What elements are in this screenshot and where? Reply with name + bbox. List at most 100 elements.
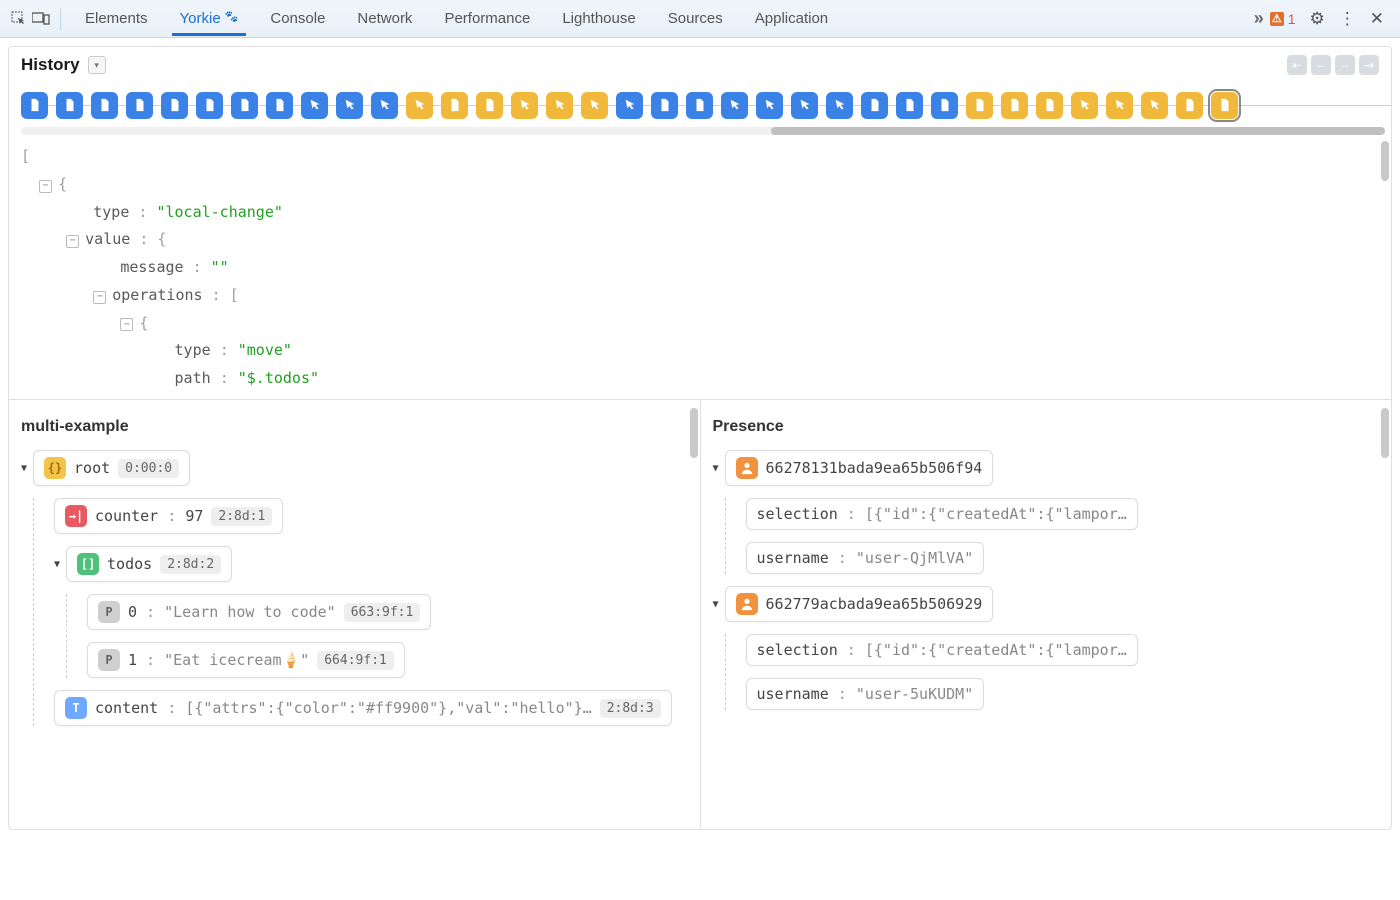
timeline-node[interactable] <box>511 92 538 119</box>
presence-selection[interactable]: selection : [{"id":{"createdAt":{"lampor… <box>746 498 1138 530</box>
timeline-node[interactable] <box>371 92 398 119</box>
close-icon[interactable]: ✕ <box>1370 9 1384 29</box>
json-key: operations <box>112 286 202 304</box>
caret-icon[interactable]: ▼ <box>713 463 719 474</box>
timeline-node[interactable] <box>791 92 818 119</box>
node-value: "user-5uKUDM" <box>856 685 973 703</box>
tab-sources[interactable]: Sources <box>666 2 725 35</box>
presence-selection[interactable]: selection : [{"id":{"createdAt":{"lampor… <box>746 634 1138 666</box>
tree-node-todos[interactable]: [] todos 2:8d:2 <box>66 546 232 582</box>
tree-node-todo-item[interactable]: P1 : "Eat icecream🍦"664:9f:1 <box>87 642 405 678</box>
caret-icon[interactable]: ▼ <box>713 599 719 610</box>
timeline-node[interactable] <box>896 92 923 119</box>
timeline-node[interactable] <box>931 92 958 119</box>
tab-lighthouse[interactable]: Lighthouse <box>560 2 637 35</box>
json-scrollbar[interactable] <box>1381 141 1389 181</box>
timeline-node[interactable] <box>21 92 48 119</box>
tab-network[interactable]: Network <box>355 2 414 35</box>
timeline-node[interactable] <box>1106 92 1133 119</box>
presence-client[interactable]: 662779acbada9ea65b506929 <box>725 586 994 622</box>
timeline-node[interactable] <box>406 92 433 119</box>
tab-application[interactable]: Application <box>753 2 830 35</box>
timeline-node[interactable] <box>126 92 153 119</box>
presence-username[interactable]: username : "user-5uKUDM" <box>746 678 985 710</box>
nav-next-icon[interactable]: → <box>1335 55 1355 75</box>
presence-panel: Presence ▼66278131bada9ea65b506f94select… <box>700 399 1392 829</box>
yorkie-paw-icon: 🐾 <box>225 11 239 23</box>
tab-performance[interactable]: Performance <box>442 2 532 35</box>
timeline-node[interactable] <box>56 92 83 119</box>
collapse-icon[interactable]: − <box>39 180 52 193</box>
timeline-node[interactable] <box>546 92 573 119</box>
history-dropdown[interactable]: ▾ <box>88 56 106 74</box>
nav-prev-icon[interactable]: ← <box>1311 55 1331 75</box>
json-key: type <box>93 203 129 221</box>
node-badge: 663:9f:1 <box>344 603 421 622</box>
node-badge: 2:8d:1 <box>211 507 272 526</box>
nav-last-icon[interactable]: ⇥ <box>1359 55 1379 75</box>
node-value: "Eat icecream🍦" <box>164 651 309 669</box>
timeline-node[interactable] <box>1001 92 1028 119</box>
node-key: todos <box>107 555 152 573</box>
timeline-node[interactable] <box>231 92 258 119</box>
node-key: 1 <box>128 651 137 669</box>
node-key: content <box>95 699 158 717</box>
collapse-icon[interactable]: − <box>93 291 106 304</box>
timeline-node[interactable] <box>196 92 223 119</box>
node-value: "Learn how to code" <box>164 603 336 621</box>
tree-node-counter[interactable]: →| counter : 97 2:8d:1 <box>54 498 283 534</box>
timeline-node[interactable] <box>686 92 713 119</box>
timeline-node[interactable] <box>1036 92 1063 119</box>
device-icon[interactable] <box>30 8 52 30</box>
timeline-node[interactable] <box>826 92 853 119</box>
json-key: path <box>175 369 211 387</box>
history-timeline[interactable] <box>21 89 1391 121</box>
node-badge: 0:00:0 <box>118 459 179 478</box>
kebab-icon[interactable]: ⋮ <box>1339 9 1356 29</box>
caret-icon[interactable]: ▼ <box>21 463 27 474</box>
settings-icon[interactable]: ⚙ <box>1310 9 1325 29</box>
inspect-icon[interactable] <box>8 8 30 30</box>
tree-node-todo-item[interactable]: P0 : "Learn how to code"663:9f:1 <box>87 594 431 630</box>
collapse-icon[interactable]: − <box>66 235 79 248</box>
timeline-scrollbar[interactable] <box>21 127 1385 135</box>
timeline-node[interactable] <box>651 92 678 119</box>
more-tabs-icon[interactable]: » <box>1248 8 1270 30</box>
document-title: multi-example <box>21 418 688 436</box>
timeline-node[interactable] <box>861 92 888 119</box>
caret-icon[interactable]: ▼ <box>54 559 60 570</box>
timeline-node[interactable] <box>441 92 468 119</box>
array-type-icon: [] <box>77 553 99 575</box>
counter-type-icon: →| <box>65 505 87 527</box>
tree-node-root[interactable]: {} root 0:00:0 <box>33 450 190 486</box>
timeline-node[interactable] <box>721 92 748 119</box>
timeline-node[interactable] <box>1211 92 1238 119</box>
timeline-node[interactable] <box>266 92 293 119</box>
collapse-icon[interactable]: − <box>120 318 133 331</box>
error-badge[interactable]: ⚠ 1 <box>1270 11 1296 27</box>
timeline-node[interactable] <box>1071 92 1098 119</box>
timeline-node[interactable] <box>616 92 643 119</box>
panel-scrollbar[interactable] <box>1381 408 1389 458</box>
presence-client[interactable]: 66278131bada9ea65b506f94 <box>725 450 994 486</box>
error-icon: ⚠ <box>1270 12 1284 26</box>
tab-console[interactable]: Console <box>268 2 327 35</box>
text-type-icon: T <box>65 697 87 719</box>
tab-elements[interactable]: Elements <box>83 2 150 35</box>
nav-first-icon[interactable]: ⇤ <box>1287 55 1307 75</box>
timeline-node[interactable] <box>756 92 783 119</box>
timeline-node[interactable] <box>336 92 363 119</box>
panel-scrollbar[interactable] <box>690 408 698 458</box>
timeline-node[interactable] <box>91 92 118 119</box>
timeline-node[interactable] <box>1141 92 1168 119</box>
timeline-node[interactable] <box>1176 92 1203 119</box>
tab-yorkie[interactable]: Yorkie🐾 <box>178 2 241 35</box>
timeline-node[interactable] <box>301 92 328 119</box>
timeline-node[interactable] <box>476 92 503 119</box>
timeline-node[interactable] <box>966 92 993 119</box>
timeline-node[interactable] <box>581 92 608 119</box>
timeline-scroll-thumb[interactable] <box>771 127 1385 135</box>
timeline-node[interactable] <box>161 92 188 119</box>
presence-username[interactable]: username : "user-QjMlVA" <box>746 542 985 574</box>
tree-node-content[interactable]: T content : [{"attrs":{"color":"#ff9900"… <box>54 690 672 726</box>
